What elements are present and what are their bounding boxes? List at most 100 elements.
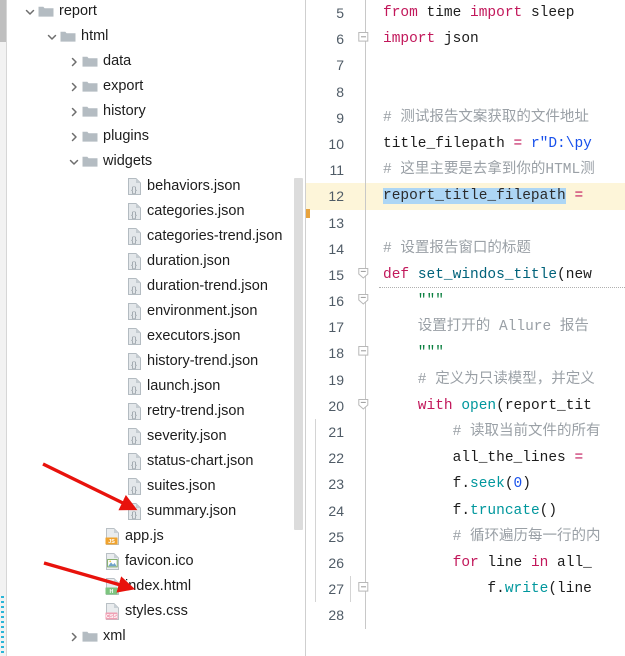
fold-gutter[interactable] <box>353 340 379 367</box>
fold-gutter[interactable] <box>353 288 379 315</box>
fold-gutter[interactable] <box>353 261 379 289</box>
fold-gutter[interactable] <box>353 419 379 446</box>
code-token: time <box>426 5 471 21</box>
tree-row[interactable]: plugins <box>0 124 305 149</box>
tree-vertical-scrollbar[interactable] <box>294 178 303 530</box>
chevron-right-icon[interactable] <box>66 624 81 649</box>
code-line[interactable]: 15 def set_windos_title(new <box>306 261 625 289</box>
code-line[interactable]: 18 """ <box>306 340 625 367</box>
fold-gutter[interactable] <box>353 549 379 577</box>
code-line[interactable]: 24 f.truncate() <box>306 497 625 524</box>
fold-gutter[interactable] <box>353 576 379 603</box>
fold-gutter[interactable] <box>353 0 379 27</box>
tool-window-tab[interactable] <box>0 0 6 42</box>
fold-gutter[interactable] <box>353 183 379 210</box>
code-line[interactable]: 28 <box>306 602 625 629</box>
tree-row[interactable]: {} suites.json <box>0 474 305 499</box>
fold-gutter[interactable] <box>353 471 379 498</box>
tree-row[interactable]: history <box>0 99 305 124</box>
fold-gutter[interactable] <box>353 26 379 53</box>
tree-row[interactable]: data <box>0 49 305 74</box>
fold-expand-icon[interactable] <box>358 267 369 284</box>
tree-row[interactable]: {} history-trend.json <box>0 349 305 374</box>
code-line[interactable]: 8 <box>306 78 625 105</box>
code-line[interactable]: 7 <box>306 52 625 79</box>
chevron-down-icon[interactable] <box>44 24 59 49</box>
chevron-right-icon[interactable] <box>44 649 59 656</box>
fold-gutter[interactable] <box>353 209 379 236</box>
code-line[interactable]: 22 all_the_lines = <box>306 445 625 472</box>
code-line[interactable]: 25 # 循环遍历每一行的内 <box>306 523 625 550</box>
tree-row[interactable]: {} duration.json <box>0 249 305 274</box>
code-line[interactable]: 13 <box>306 209 625 236</box>
tree-row[interactable]: JS app.js <box>0 524 305 549</box>
fold-gutter[interactable] <box>353 104 379 131</box>
fold-gutter[interactable] <box>353 130 379 158</box>
code-line[interactable]: 12 report_title_filepath = <box>306 183 625 210</box>
code-line[interactable]: 10 title_filepath = r"D:\py <box>306 130 625 158</box>
fold-gutter[interactable] <box>353 52 379 79</box>
tree-row[interactable]: {} behaviors.json <box>0 174 305 199</box>
tree-row[interactable]: xml <box>0 624 305 649</box>
folder-icon <box>59 649 77 656</box>
code-line[interactable]: 23 f.seek(0) <box>306 471 625 498</box>
fold-gutter[interactable] <box>353 602 379 629</box>
chevron-right-icon[interactable] <box>66 124 81 149</box>
code-line[interactable]: 27 f.write(line <box>306 576 625 603</box>
fold-gutter[interactable] <box>353 523 379 550</box>
tree-row[interactable]: {} summary.json <box>0 499 305 524</box>
fold-gutter[interactable] <box>353 497 379 524</box>
tree-row[interactable]: CSS styles.css <box>0 599 305 624</box>
fold-collapse-icon[interactable] <box>358 581 369 598</box>
tree-row[interactable]: Hindex.html <box>0 574 305 599</box>
code-line[interactable]: 26 for line in all_ <box>306 549 625 577</box>
fold-gutter[interactable] <box>353 445 379 472</box>
tree-row[interactable]: {} categories-trend.json <box>0 224 305 249</box>
chevron-down-icon[interactable] <box>22 0 37 24</box>
tree-row[interactable]: report <box>0 0 305 24</box>
tree-row[interactable]: {} launch.json <box>0 374 305 399</box>
tree-row[interactable]: html <box>0 24 305 49</box>
code-line[interactable]: 5 from time import sleep <box>306 0 625 27</box>
fold-gutter[interactable] <box>353 392 379 419</box>
left-marker-stripe <box>1 596 4 656</box>
fold-collapse-icon[interactable] <box>358 31 369 48</box>
tree-row[interactable]: {} categories.json <box>0 199 305 224</box>
code-line[interactable]: 17 设置打开的 Allure 报告 <box>306 314 625 341</box>
code-line[interactable]: 16 """ <box>306 288 625 315</box>
chevron-right-icon[interactable] <box>66 99 81 124</box>
fold-expand-icon[interactable] <box>358 398 369 415</box>
tree-row[interactable]: widgets <box>0 149 305 174</box>
fold-collapse-icon[interactable] <box>358 345 369 362</box>
tree-row[interactable] <box>0 649 305 656</box>
chevron-right-icon[interactable] <box>66 74 81 99</box>
code-line[interactable]: 20 with open(report_tit <box>306 392 625 419</box>
code-line[interactable]: 14 # 设置报告窗口的标题 <box>306 235 625 262</box>
tree-row[interactable]: {} environment.json <box>0 299 305 324</box>
code-token: = <box>574 450 584 467</box>
fold-gutter[interactable] <box>353 314 379 341</box>
chevron-right-icon[interactable] <box>66 49 81 74</box>
code-line[interactable]: 11 # 这里主要是去拿到你的HTML测 <box>306 157 625 184</box>
code-line[interactable]: 21 # 读取当前文件的所有 <box>306 419 625 446</box>
tree-row-label: html <box>81 28 109 44</box>
chevron-down-icon[interactable] <box>66 149 81 174</box>
fold-gutter[interactable] <box>353 78 379 105</box>
line-number: 11 <box>329 162 344 179</box>
tree-row[interactable]: favicon.ico <box>0 549 305 574</box>
tree-row[interactable]: {} duration-trend.json <box>0 274 305 299</box>
tree-row[interactable]: {} status-chart.json <box>0 449 305 474</box>
tree-row[interactable]: {} retry-trend.json <box>0 399 305 424</box>
tree-row[interactable]: export <box>0 74 305 99</box>
code-line[interactable]: 19 # 定义为只读模型，并定义 <box>306 366 625 393</box>
fold-gutter[interactable] <box>353 235 379 262</box>
tree-row[interactable]: {} executors.json <box>0 324 305 349</box>
project-tree-pane[interactable]: report html data export history plugins widget… <box>0 0 305 656</box>
code-editor-pane[interactable]: 5 from time import sleep 6 import json 7 8 9 # … <box>305 0 625 656</box>
code-line[interactable]: 6 import json <box>306 26 625 53</box>
fold-expand-icon[interactable] <box>358 293 369 310</box>
tree-row[interactable]: {} severity.json <box>0 424 305 449</box>
fold-gutter[interactable] <box>353 366 379 393</box>
fold-gutter[interactable] <box>353 157 379 184</box>
code-line[interactable]: 9 # 测试报告文案获取的文件地址 <box>306 104 625 131</box>
